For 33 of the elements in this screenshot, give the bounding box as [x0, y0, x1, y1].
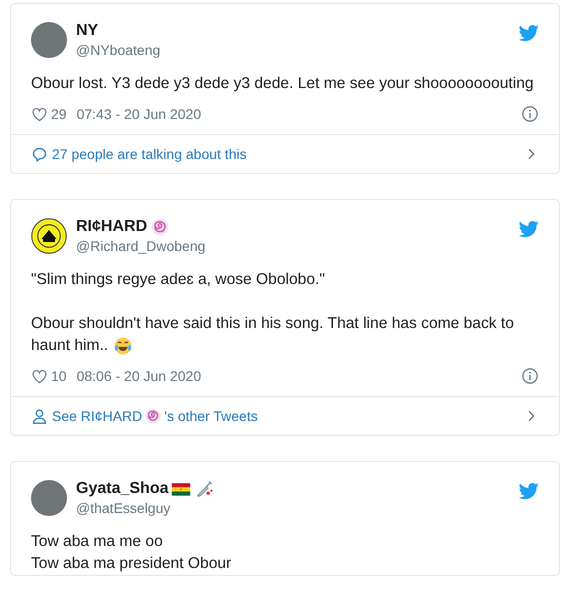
heart-icon[interactable]: [31, 106, 48, 122]
tweet-text: Tow aba ma me oo: [31, 532, 163, 552]
footer-link[interactable]: 27 people are talking about this: [31, 144, 523, 164]
like-count: 10: [51, 368, 67, 384]
avatar-logo: [31, 218, 67, 254]
user-handle[interactable]: @NYboateng: [76, 41, 519, 59]
person-icon: [31, 408, 48, 424]
info-icon[interactable]: [521, 367, 539, 385]
heart-icon[interactable]: [31, 368, 48, 384]
twitter-bird-icon[interactable]: [519, 481, 539, 501]
syringe-icon: [194, 479, 214, 499]
tweet-text: haunt him..: [31, 336, 108, 356]
like-count: 29: [51, 106, 67, 122]
tweet-text: Obour shouldn't have said this in his song. That line has come back to: [31, 314, 514, 334]
display-name[interactable]: Gyata_Shoa: [76, 479, 168, 499]
user-handle[interactable]: @thatEsselguy: [76, 499, 519, 517]
avatar-photo: [31, 480, 67, 516]
tweet-timestamp[interactable]: 08:06 - 20 Jun 2020: [76, 368, 521, 384]
speech-bubble-icon: [31, 146, 48, 162]
tweet-timestamp[interactable]: 07:43 - 20 Jun 2020: [76, 106, 521, 122]
twitter-bird-icon[interactable]: [519, 23, 539, 43]
info-icon[interactable]: [521, 105, 539, 123]
display-name[interactable]: RI¢HARD: [76, 217, 148, 237]
twitter-bird-icon[interactable]: [519, 219, 539, 239]
tweet-text: Obour lost. Y3 dede y3 dede y3 dede. Let me see your shoooooooouting: [31, 74, 534, 94]
user-handle[interactable]: @Richard_Dwobeng: [76, 237, 519, 255]
tweet-text: "Slim things regye adeɛ a, wose Obolobo.": [31, 270, 325, 290]
swirl-icon: [150, 217, 170, 237]
footer-link[interactable]: See RI¢HARD 's other Tweets: [31, 406, 523, 426]
display-name[interactable]: NY: [76, 21, 98, 41]
avatar-photo: [31, 22, 67, 58]
swirl-icon: [144, 407, 162, 425]
tweet-text: Tow aba ma president Obour: [31, 554, 232, 574]
